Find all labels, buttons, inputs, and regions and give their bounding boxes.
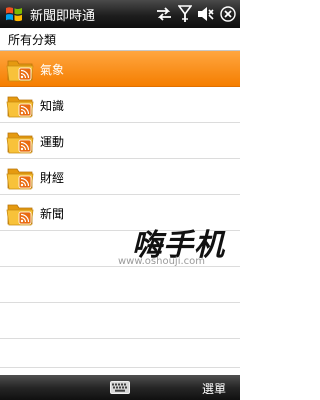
list-item-label: 知識 [40, 99, 65, 113]
signal-icon[interactable] [178, 5, 192, 23]
section-header: 所有分類 [0, 28, 240, 51]
status-icons [155, 4, 236, 24]
volume-muted-icon[interactable] [197, 6, 215, 22]
list-item[interactable]: 運動 [0, 123, 240, 159]
list-divider [0, 338, 240, 339]
category-list: 氣象 知識 運動 財經 新聞 [0, 51, 240, 375]
list-item-label: 運動 [40, 135, 65, 149]
rss-folder-icon [6, 60, 34, 82]
rss-folder-icon [6, 96, 34, 118]
rss-folder-icon [6, 168, 34, 190]
list-item-label: 氣象 [40, 63, 65, 77]
list-item[interactable]: 氣象 [0, 51, 240, 87]
list-item-label: 財經 [40, 171, 65, 185]
section-title: 所有分類 [8, 33, 57, 47]
app-title: 新聞即時通 [30, 9, 96, 24]
data-sync-icon[interactable] [155, 6, 173, 22]
keyboard-icon[interactable] [110, 381, 130, 394]
screen: 新聞即時通 所有分類 氣象 知識 運動 財經 新聞 嗨手机 www.oshouj… [0, 0, 240, 400]
list-divider [0, 302, 240, 303]
list-item[interactable]: 知識 [0, 87, 240, 123]
list-divider [0, 367, 240, 368]
menu-bar: 選單 [0, 375, 240, 400]
title-bar: 新聞即時通 [0, 0, 240, 28]
windows-start-icon[interactable] [4, 4, 24, 24]
watermark: 嗨手机 www.oshouji.com [118, 220, 236, 270]
list-item-label: 新聞 [40, 207, 65, 221]
list-item[interactable]: 財經 [0, 159, 240, 195]
close-icon[interactable] [220, 6, 236, 22]
watermark-url: www.oshouji.com [118, 256, 206, 267]
rss-folder-icon [6, 204, 34, 226]
rss-folder-icon [6, 132, 34, 154]
menu-softkey[interactable]: 選單 [202, 380, 226, 397]
